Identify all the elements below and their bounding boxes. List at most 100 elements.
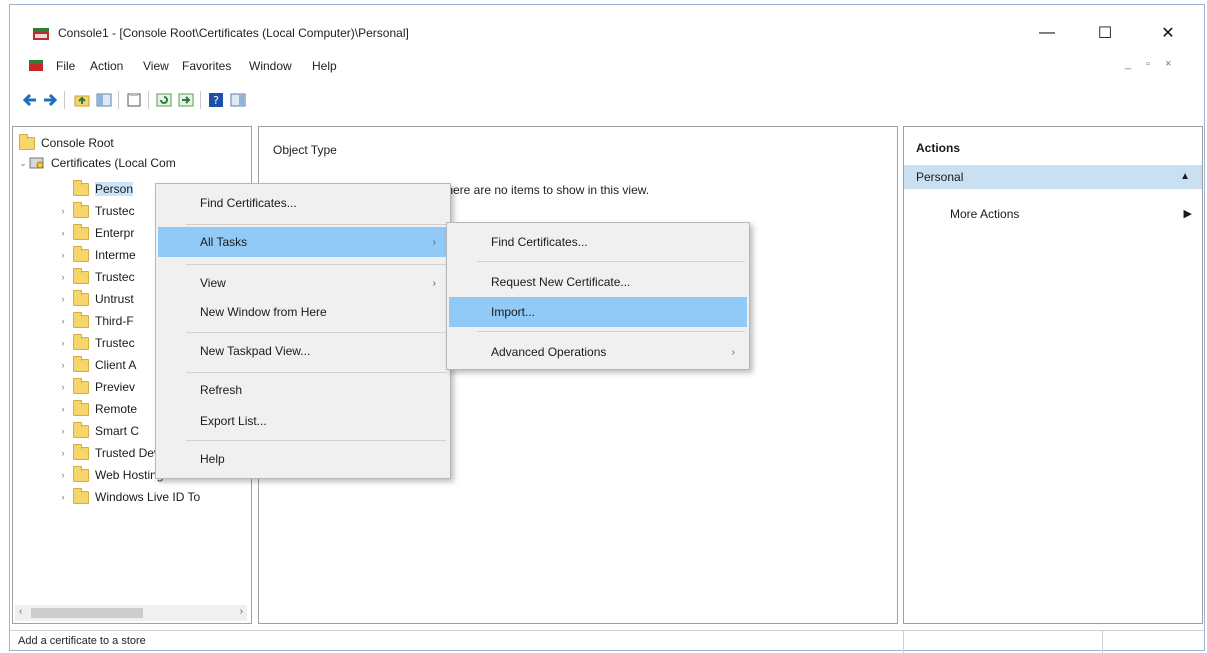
expand-chevron-icon[interactable]: › [57, 228, 69, 238]
folder-icon [73, 179, 89, 196]
tree-item-store[interactable]: › Remote [57, 399, 137, 419]
menu-item-find-certificates[interactable]: Find Certificates... [158, 188, 448, 218]
submenu-item-request-new-certificate[interactable]: Request New Certificate... [449, 267, 747, 297]
actions-pane: Actions Personal ▲ More Actions ▶ [903, 126, 1203, 624]
tree-item-store[interactable]: › Previev [57, 377, 135, 397]
submenu-arrow-icon[interactable]: ▶ [1184, 207, 1192, 220]
menu-action[interactable]: Action [90, 59, 123, 73]
expand-chevron-icon[interactable]: › [57, 492, 69, 502]
expand-chevron-icon[interactable]: › [57, 272, 69, 282]
folder-icon [73, 333, 89, 350]
submenu-arrow-icon: › [432, 236, 436, 248]
menu-item-new-taskpad-view[interactable]: New Taskpad View... [158, 336, 448, 366]
menu-help[interactable]: Help [312, 59, 337, 73]
tree-item-console-root[interactable]: Console Root [19, 133, 114, 153]
folder-icon [73, 223, 89, 240]
more-actions-link[interactable]: More Actions [950, 207, 1019, 221]
actions-section-personal[interactable]: Personal ▲ [904, 165, 1202, 189]
tree-item-store[interactable]: › Web Hosting [57, 465, 163, 485]
toolbar: ? [10, 81, 1204, 117]
collapse-chevron-icon[interactable]: ⌄ [17, 158, 29, 169]
folder-icon [73, 465, 89, 482]
folder-icon [73, 443, 89, 460]
properties-icon[interactable] [126, 92, 142, 108]
expand-chevron-icon[interactable]: › [57, 206, 69, 216]
expand-chevron-icon[interactable]: › [57, 404, 69, 414]
menu-item-new-window-from-here[interactable]: New Window from Here [158, 297, 448, 327]
expand-chevron-icon[interactable]: › [57, 338, 69, 348]
actions-section-label: Personal [916, 170, 964, 184]
menu-item-export-list[interactable]: Export List... [158, 406, 448, 436]
expand-chevron-icon[interactable]: › [57, 360, 69, 370]
expand-chevron-icon[interactable]: › [57, 426, 69, 436]
expand-chevron-icon[interactable]: › [57, 448, 69, 458]
menu-item-all-tasks[interactable]: All Tasks › [158, 227, 448, 257]
back-icon[interactable] [22, 92, 38, 108]
show-action-pane-icon[interactable] [230, 92, 246, 108]
menu-item-view[interactable]: View › [158, 268, 448, 298]
title-bar[interactable]: Console1 - [Console Root\Certificates (L… [10, 5, 1204, 53]
refresh-icon[interactable] [156, 92, 172, 108]
tree-item-certificates[interactable]: ⌄ Certificates (Local Com [17, 153, 176, 173]
tree-item-store[interactable]: Person [73, 179, 134, 199]
expand-chevron-icon[interactable]: › [57, 250, 69, 260]
menu-favorites[interactable]: Favorites [182, 59, 231, 73]
forward-icon[interactable] [42, 92, 58, 108]
submenu-arrow-icon: › [731, 346, 735, 358]
mmc-menu-icon[interactable] [28, 58, 44, 72]
folder-icon [73, 399, 89, 416]
menu-file[interactable]: File [56, 59, 75, 73]
menu-window[interactable]: Window [249, 59, 292, 73]
expand-chevron-icon[interactable]: › [57, 316, 69, 326]
tree-item-store[interactable]: › Smart C [57, 421, 139, 441]
submenu-item-import[interactable]: Import... [449, 297, 747, 327]
menu-item-help[interactable]: Help [158, 444, 448, 474]
context-menu: Find Certificates... All Tasks › View › Ne… [155, 183, 451, 479]
up-folder-icon[interactable] [74, 92, 90, 108]
scroll-left-icon[interactable]: ‹ [19, 606, 22, 617]
empty-view-message: There are no items to show in this view. [439, 183, 650, 197]
submenu-item-advanced-operations[interactable]: Advanced Operations › [449, 337, 747, 367]
tree-item-store[interactable]: › Windows Live ID To [57, 487, 200, 507]
tree-item-store[interactable]: › Client A [57, 355, 136, 375]
certificates-snapin-icon [29, 157, 44, 169]
expand-chevron-icon[interactable]: › [57, 470, 69, 480]
minimize-button[interactable]: — [1024, 15, 1070, 51]
folder-icon [73, 289, 89, 306]
expand-chevron-icon[interactable]: › [57, 294, 69, 304]
tree-item-store[interactable]: › Interme [57, 245, 136, 265]
folder-icon [73, 487, 89, 504]
status-bar: Add a certificate to a store [10, 630, 1204, 653]
tree-item-store[interactable]: › Trustec [57, 333, 135, 353]
expand-chevron-icon[interactable]: › [57, 382, 69, 392]
menu-view[interactable]: View [143, 59, 169, 73]
show-hide-tree-icon[interactable] [96, 92, 112, 108]
export-list-icon[interactable] [178, 92, 194, 108]
maximize-button[interactable]: ☐ [1082, 15, 1128, 51]
folder-icon [73, 245, 89, 262]
mmc-app-icon [33, 28, 49, 40]
collapse-up-icon[interactable]: ▲ [1180, 171, 1190, 182]
all-tasks-submenu: Find Certificates... Request New Certifi… [446, 222, 750, 370]
tree-item-store[interactable]: › Third-F [57, 311, 134, 331]
scroll-right-icon[interactable]: › [240, 606, 243, 617]
column-header-object-type[interactable]: Object Type [273, 143, 337, 157]
status-text: Add a certificate to a store [18, 635, 146, 647]
folder-icon [73, 311, 89, 328]
tree-item-store[interactable]: › Trustec [57, 201, 135, 221]
help-icon[interactable]: ? [208, 92, 224, 108]
tree-item-store[interactable]: › Trustec [57, 267, 135, 287]
actions-header: Actions [916, 141, 961, 155]
folder-icon [73, 377, 89, 394]
submenu-item-find-certificates[interactable]: Find Certificates... [449, 227, 747, 257]
tree-item-store[interactable]: › Enterpr [57, 223, 134, 243]
folder-icon [19, 133, 35, 150]
close-button[interactable]: ✕ [1145, 15, 1191, 51]
tree-horizontal-scrollbar[interactable]: ‹ › [15, 605, 247, 621]
tree-item-store[interactable]: › Untrust [57, 289, 134, 309]
svg-text:?: ? [213, 94, 219, 107]
menu-item-refresh[interactable]: Refresh [158, 375, 448, 405]
submenu-arrow-icon: › [432, 277, 436, 289]
scrollbar-thumb[interactable] [31, 608, 143, 618]
mdi-window-controls[interactable]: _ ▫ × [1125, 58, 1178, 70]
